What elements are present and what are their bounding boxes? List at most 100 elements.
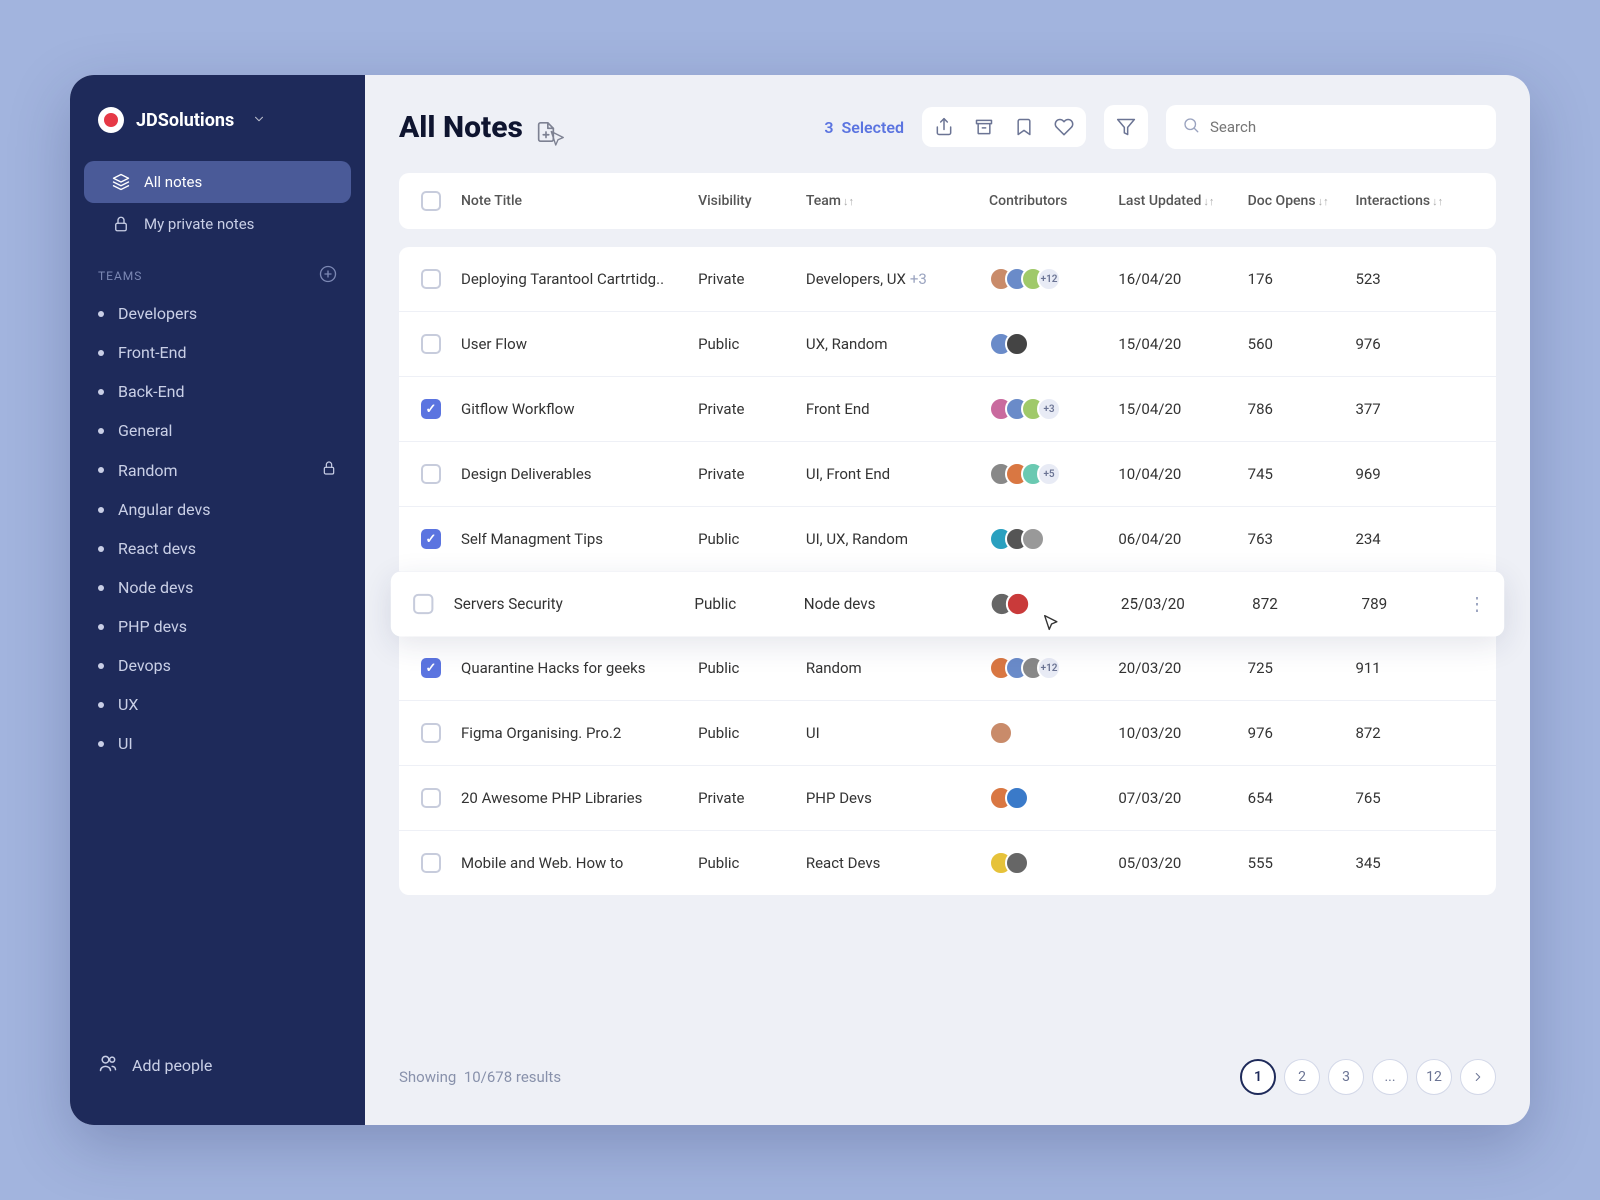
sidebar-team-item[interactable]: UX — [70, 685, 365, 724]
pagination: 123...12 — [1240, 1059, 1496, 1095]
row-menu-button[interactable]: ⋮ — [1468, 593, 1486, 614]
note-opens: 745 — [1248, 465, 1356, 483]
page-button[interactable]: ... — [1372, 1059, 1408, 1095]
sidebar-team-item[interactable]: React devs — [70, 529, 365, 568]
avatar-more: +12 — [1037, 267, 1061, 291]
table-row[interactable]: Self Managment Tips Public UI, UX, Rando… — [399, 507, 1496, 572]
row-checkbox[interactable] — [421, 788, 441, 808]
note-updated: 05/03/20 — [1118, 854, 1247, 872]
page-button[interactable]: 1 — [1240, 1059, 1276, 1095]
note-interactions: 765 — [1355, 789, 1474, 807]
avatar — [989, 721, 1013, 745]
app-window: JDSolutions All notes My private notes T… — [70, 75, 1530, 1125]
table-footer: Showing 10/678 results 123...12 — [399, 1059, 1496, 1095]
note-team: Random — [806, 659, 989, 677]
table-row[interactable]: 20 Awesome PHP Libraries Private PHP Dev… — [399, 766, 1496, 831]
nav-all-notes[interactable]: All notes — [84, 161, 351, 203]
table-row[interactable]: Deploying Tarantool Cartrtidg.. Private … — [399, 247, 1496, 312]
col-interactions[interactable]: Interactions↓↑ — [1355, 193, 1474, 209]
note-visibility: Public — [698, 335, 806, 353]
row-checkbox[interactable] — [421, 334, 441, 354]
sort-icon: ↓↑ — [1432, 195, 1443, 208]
row-checkbox[interactable] — [421, 658, 441, 678]
col-title[interactable]: Note Title — [461, 193, 698, 209]
avatar — [1005, 786, 1029, 810]
row-checkbox[interactable] — [421, 399, 441, 419]
archive-button[interactable] — [972, 115, 996, 139]
lock-icon — [112, 215, 130, 233]
share-button[interactable] — [932, 115, 956, 139]
brand-selector[interactable]: JDSolutions — [70, 107, 365, 133]
page-button[interactable]: 12 — [1416, 1059, 1452, 1095]
col-team[interactable]: Team↓↑ — [806, 193, 989, 209]
search-input[interactable] — [1210, 118, 1480, 136]
layers-icon — [112, 173, 130, 191]
sidebar-team-item[interactable]: UI — [70, 724, 365, 763]
sidebar-team-item[interactable]: Node devs — [70, 568, 365, 607]
page-button[interactable]: 3 — [1328, 1059, 1364, 1095]
add-team-button[interactable] — [319, 265, 337, 286]
row-checkbox[interactable] — [421, 464, 441, 484]
avatar — [1005, 332, 1029, 356]
col-opens[interactable]: Doc Opens↓↑ — [1248, 193, 1356, 209]
table-row[interactable]: Quarantine Hacks for geeks Public Random… — [399, 636, 1496, 701]
contributors — [990, 592, 1121, 616]
bullet-icon — [98, 546, 104, 552]
table-row[interactable]: Mobile and Web. How to Public React Devs… — [399, 831, 1496, 895]
favorite-button[interactable] — [1052, 115, 1076, 139]
note-title: Figma Organising. Pro.2 — [461, 724, 698, 742]
team-label: Front-End — [118, 343, 186, 362]
note-team: UX, Random — [806, 335, 989, 353]
sidebar-team-item[interactable]: Devops — [70, 646, 365, 685]
sidebar-team-item[interactable]: Angular devs — [70, 490, 365, 529]
avatar — [1006, 592, 1030, 616]
note-interactions: 377 — [1355, 400, 1474, 418]
note-visibility: Public — [698, 659, 806, 677]
row-checkbox[interactable] — [421, 529, 441, 549]
sidebar-team-item[interactable]: Front-End — [70, 333, 365, 372]
new-note-icon[interactable] — [535, 116, 557, 138]
note-title: Quarantine Hacks for geeks — [461, 659, 698, 677]
row-checkbox[interactable] — [413, 594, 433, 614]
next-page-button[interactable] — [1460, 1059, 1496, 1095]
note-team: UI — [806, 724, 989, 742]
sidebar-team-item[interactable]: PHP devs — [70, 607, 365, 646]
avatar-more: +3 — [1037, 397, 1061, 421]
main-content: All Notes 3 Selected — [365, 75, 1530, 1125]
nav-private-notes[interactable]: My private notes — [84, 203, 351, 245]
team-label: Angular devs — [118, 500, 210, 519]
select-all-checkbox[interactable] — [421, 191, 441, 211]
contributors — [989, 851, 1118, 875]
sidebar-team-item[interactable]: Developers — [70, 294, 365, 333]
bookmark-button[interactable] — [1012, 115, 1036, 139]
search-box[interactable] — [1166, 105, 1496, 149]
contributors — [989, 527, 1118, 551]
table-row[interactable]: Figma Organising. Pro.2 Public UI 10/03/… — [399, 701, 1496, 766]
row-checkbox[interactable] — [421, 269, 441, 289]
sidebar-team-item[interactable]: Random — [70, 450, 365, 490]
table-row[interactable]: Design Deliverables Private UI, Front En… — [399, 442, 1496, 507]
row-checkbox[interactable] — [421, 723, 441, 743]
note-team: PHP Devs — [806, 789, 989, 807]
col-visibility[interactable]: Visibility — [698, 193, 806, 209]
note-interactions: 789 — [1362, 595, 1482, 613]
row-checkbox[interactable] — [421, 853, 441, 873]
table-row[interactable]: User Flow Public UX, Random 15/04/20 560… — [399, 312, 1496, 377]
col-contributors[interactable]: Contributors — [989, 193, 1118, 209]
bullet-icon — [98, 350, 104, 356]
filter-button[interactable] — [1104, 105, 1148, 149]
team-label: React devs — [118, 539, 196, 558]
note-opens: 654 — [1248, 789, 1356, 807]
note-updated: 16/04/20 — [1118, 270, 1247, 288]
sidebar-team-item[interactable]: General — [70, 411, 365, 450]
note-title: Deploying Tarantool Cartrtidg.. — [461, 270, 698, 288]
table-row[interactable]: Gitflow Workflow Private Front End +3 15… — [399, 377, 1496, 442]
table-row[interactable]: Servers Security Public Node devs 25/03/… — [391, 572, 1504, 637]
col-updated[interactable]: Last Updated↓↑ — [1118, 193, 1247, 209]
note-visibility: Private — [698, 465, 806, 483]
contributors: +3 — [989, 397, 1118, 421]
search-icon — [1182, 116, 1200, 138]
page-button[interactable]: 2 — [1284, 1059, 1320, 1095]
add-people-button[interactable]: Add people — [70, 1037, 365, 1093]
sidebar-team-item[interactable]: Back-End — [70, 372, 365, 411]
